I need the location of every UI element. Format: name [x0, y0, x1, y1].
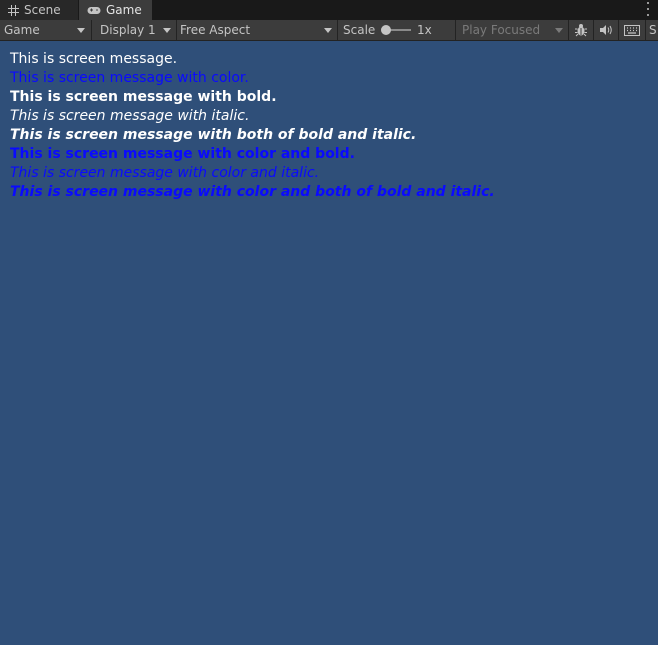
scale-slider-knob[interactable]: [381, 25, 391, 35]
mute-audio-toggle[interactable]: [594, 20, 618, 40]
play-mode-label: Play Focused: [462, 23, 541, 37]
view-dropdown[interactable]: Game: [4, 20, 90, 40]
aspect-dropdown[interactable]: Free Aspect: [177, 20, 337, 40]
scale-label: Scale: [343, 23, 376, 37]
tab-game[interactable]: Game: [79, 0, 152, 20]
keyboard-icon: [624, 24, 640, 36]
chevron-down-icon: [555, 28, 563, 33]
screen-message: This is screen message with both of bold…: [10, 127, 417, 143]
screen-message: This is screen message.: [10, 51, 178, 67]
keyboard-shortcuts-toggle[interactable]: [619, 20, 645, 40]
tab-scene[interactable]: Scene: [0, 0, 78, 20]
tab-bar: Scene Game: [0, 0, 658, 20]
play-mode-dropdown[interactable]: Play Focused: [456, 20, 568, 40]
more-options-icon[interactable]: [646, 2, 650, 16]
screen-message: This is screen message with color and bo…: [10, 184, 495, 200]
grid-icon: [8, 4, 19, 16]
screen-message: This is screen message with color and it…: [10, 165, 320, 181]
gamepad-icon: [87, 6, 101, 14]
bug-icon: [575, 24, 587, 37]
scale-value: 1x: [417, 23, 432, 37]
view-dropdown-label: Game: [4, 23, 40, 37]
screen-message: This is screen message with color.: [10, 70, 249, 86]
cut-off-toolbar-item[interactable]: S: [649, 20, 657, 40]
tab-game-label: Game: [106, 3, 142, 17]
stats-toggle[interactable]: [569, 20, 593, 40]
screen-message: This is screen message with color and bo…: [10, 146, 355, 162]
chevron-down-icon: [163, 28, 171, 33]
tab-scene-label: Scene: [24, 3, 61, 17]
screen-message: This is screen message with bold.: [10, 89, 277, 105]
chevron-down-icon: [324, 28, 332, 33]
display-dropdown[interactable]: Display 1: [92, 20, 176, 40]
chevron-down-icon: [77, 28, 85, 33]
game-toolbar: Game Display 1 Free Aspect Scale 1x Play…: [0, 20, 658, 41]
screen-message: This is screen message with italic.: [10, 108, 250, 124]
display-dropdown-label: Display 1: [100, 23, 156, 37]
audio-icon: [600, 25, 612, 35]
aspect-dropdown-label: Free Aspect: [180, 23, 251, 37]
game-view-canvas: This is screen message. This is screen m…: [10, 50, 495, 202]
